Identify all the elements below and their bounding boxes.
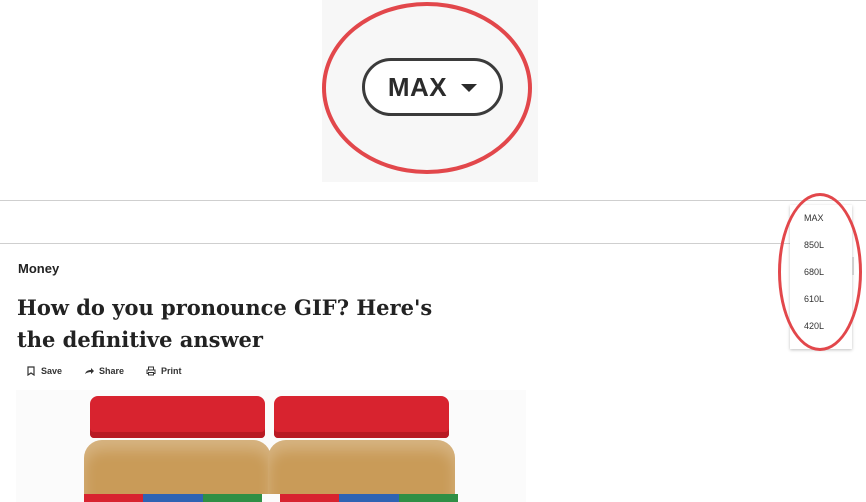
jar-lid [90,396,265,438]
reading-level-button[interactable]: MAX [362,58,503,116]
reading-level-label: MAX [387,71,448,102]
share-button[interactable]: Share [84,366,124,376]
caret-down-icon [461,84,478,92]
jar-right [268,396,455,502]
jar-body [268,440,455,502]
print-button[interactable]: Print [146,366,182,376]
jar-label-bands [84,494,458,502]
article-title: How do you pronounce GIF? Here's the def… [17,295,433,352]
header-divider [0,243,795,244]
top-divider [0,200,866,201]
save-label: Save [41,366,63,376]
jar-left [84,396,271,502]
highlight-circle-dropdown [778,193,862,351]
article-actions: Save Share Print [26,366,182,376]
scroll-edge [852,257,854,275]
printer-icon [146,366,156,376]
article-category[interactable]: Money [18,261,59,276]
jar-lid [274,396,449,438]
jar-body [84,440,271,502]
share-label: Share [99,366,125,376]
bookmark-icon [27,366,35,376]
save-button[interactable]: Save [26,366,62,376]
share-arrow-icon [85,368,95,374]
hero-image [16,390,526,502]
print-label: Print [161,366,182,376]
